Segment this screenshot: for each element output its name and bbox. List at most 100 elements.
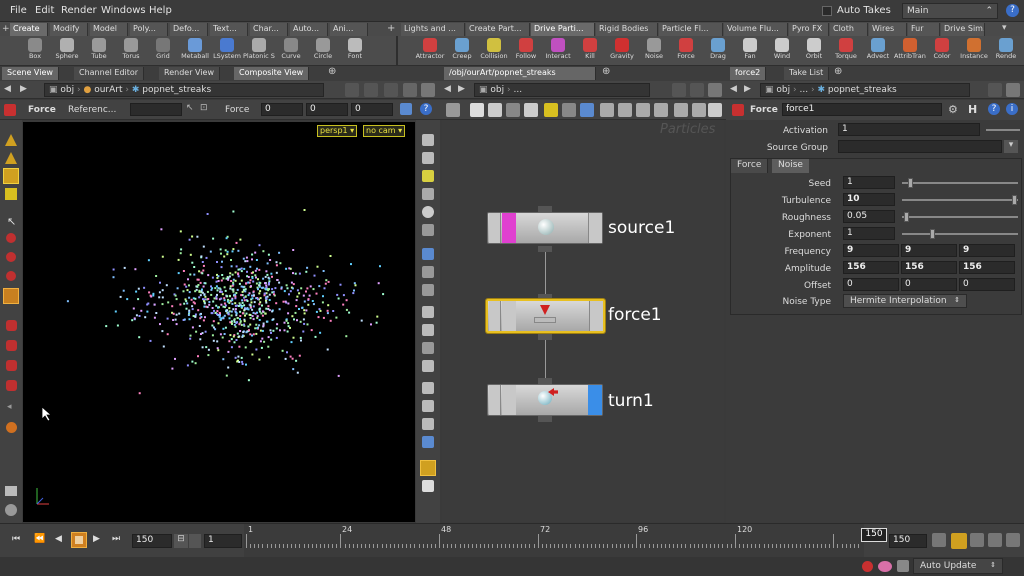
tool-collision[interactable]: Collision — [478, 36, 510, 66]
step-back-icon[interactable]: ⏪ — [34, 534, 45, 544]
shelf-tab-lights-and-[interactable]: Lights and ... — [401, 23, 465, 36]
tool-box[interactable]: Box — [19, 36, 51, 66]
tool-font[interactable]: Font — [339, 36, 371, 66]
bypass-flag[interactable] — [502, 301, 516, 331]
sphere-display-icon[interactable] — [422, 206, 434, 218]
force-x-field[interactable]: 0 — [261, 103, 303, 116]
stop-icon[interactable] — [71, 532, 87, 548]
tab-channel-editor[interactable]: Channel Editor — [74, 67, 145, 80]
tool-rende[interactable]: Rende — [990, 36, 1022, 66]
param-field[interactable]: 156 — [959, 261, 1015, 274]
reference-select-icon[interactable]: ⊡ — [200, 103, 208, 113]
tool-circle[interactable]: Circle — [307, 36, 339, 66]
render-region-icon[interactable] — [6, 340, 17, 351]
output-connector[interactable] — [538, 334, 552, 340]
frame-step-icon[interactable]: ⊟ — [174, 534, 188, 548]
param-field[interactable]: 156 — [901, 261, 957, 274]
subnet-icon[interactable] — [580, 103, 594, 117]
maximize-icon[interactable] — [708, 103, 722, 117]
grid-display-icon[interactable] — [422, 400, 434, 412]
tab-composite-view[interactable]: Composite View — [234, 67, 310, 80]
world-tool-icon[interactable] — [5, 504, 17, 516]
network-menu-icon[interactable] — [446, 103, 460, 117]
shelf-tab-pyro-fx[interactable]: Pyro FX — [789, 23, 829, 36]
display-flag[interactable] — [589, 301, 603, 331]
param-slider[interactable] — [902, 216, 1018, 218]
tab-parameters[interactable]: force2 — [730, 67, 767, 80]
current-frame-field[interactable]: 150 — [132, 534, 172, 548]
op-name-field[interactable]: force1 — [782, 103, 942, 116]
node-source1[interactable] — [487, 212, 603, 244]
subtab-noise[interactable]: Noise — [772, 159, 809, 173]
view-settings-icon[interactable] — [384, 83, 398, 97]
slider-knob[interactable] — [907, 178, 913, 188]
pin-icon[interactable] — [345, 83, 359, 97]
handle-settings-icon[interactable] — [400, 103, 412, 115]
tool-color[interactable]: Color — [926, 36, 958, 66]
pin-icon[interactable] — [988, 83, 1002, 97]
layout-icon[interactable] — [524, 103, 538, 117]
param-slider[interactable] — [902, 233, 1018, 235]
snapshot-icon[interactable] — [420, 460, 436, 476]
pose-tool-icon[interactable] — [5, 188, 17, 200]
visualize-icon[interactable] — [422, 360, 434, 372]
shelf-tab-rigid-bodies[interactable]: Rigid Bodies — [596, 23, 658, 36]
tool-wind[interactable]: Wind — [766, 36, 798, 66]
tool-instance[interactable]: Instance — [958, 36, 990, 66]
key-icon[interactable] — [932, 533, 946, 547]
shelf-tab-poly-[interactable]: Poly... — [130, 23, 168, 36]
menu-file[interactable]: File — [10, 5, 27, 16]
scene-viewport[interactable]: persp1 ▾ no cam ▾ — [23, 122, 415, 522]
path-segment-obj[interactable]: obj — [60, 85, 74, 95]
add-tab-icon[interactable]: ⊕ — [328, 66, 336, 77]
network-path-field[interactable]: ▣ obj › ... — [474, 83, 650, 97]
path-segment-obj[interactable]: obj — [490, 85, 504, 95]
template-flag[interactable] — [489, 385, 501, 415]
end-frame-field[interactable]: 150 — [889, 534, 927, 548]
shelf-tab-char-[interactable]: Char... — [250, 23, 288, 36]
param-field[interactable]: 1 — [843, 176, 895, 189]
param-field[interactable]: 0.05 — [843, 210, 895, 223]
error-icon[interactable] — [862, 561, 873, 572]
tool-tube[interactable]: Tube — [83, 36, 115, 66]
scale-tool-icon[interactable] — [6, 271, 16, 281]
force-y-field[interactable]: 0 — [306, 103, 348, 116]
node-turn1[interactable] — [487, 384, 603, 416]
maximize-icon[interactable] — [421, 83, 435, 97]
param-field[interactable]: 0 — [901, 278, 957, 291]
path-segment-ellipsis[interactable]: ... — [799, 85, 808, 95]
param-slider[interactable] — [902, 199, 1018, 201]
tool-gravity[interactable]: Gravity — [606, 36, 638, 66]
help-icon[interactable]: ? — [988, 103, 1000, 115]
arrow-select-icon[interactable]: ↖ — [7, 215, 16, 228]
bypass-flag[interactable] — [502, 385, 516, 415]
move-tool-icon[interactable] — [6, 233, 16, 243]
shading-icon[interactable] — [422, 188, 434, 200]
camera-view-icon[interactable] — [422, 418, 434, 430]
maximize-icon[interactable] — [1006, 83, 1020, 97]
forward-arrow-icon[interactable]: ▶ — [744, 84, 751, 94]
shelf-tab-ani-[interactable]: Ani... — [330, 23, 368, 36]
jump-start-icon[interactable]: ⏮ — [12, 534, 20, 544]
param-field[interactable]: 0 — [843, 278, 899, 291]
add-tab-icon[interactable]: ⊕ — [602, 66, 610, 77]
tool-kill[interactable]: Kill — [574, 36, 606, 66]
tab-render-view[interactable]: Render View — [159, 67, 221, 80]
desktop-menu[interactable]: Main ⌃ — [902, 3, 998, 19]
tool-attractor[interactable]: Attractor — [414, 36, 446, 66]
param-field[interactable]: 9 — [959, 244, 1015, 257]
start-frame-field[interactable]: 1 — [204, 534, 242, 548]
performance-icon[interactable] — [897, 560, 909, 572]
grid-icon[interactable] — [636, 103, 650, 117]
tool-advect[interactable]: Advect — [862, 36, 894, 66]
back-arrow-icon[interactable]: ◀ — [730, 84, 737, 94]
forward-arrow-icon[interactable]: ▶ — [20, 84, 27, 94]
tool-sphere[interactable]: Sphere — [51, 36, 83, 66]
flipbook-icon[interactable] — [422, 480, 434, 492]
bypass-flag[interactable] — [502, 213, 516, 243]
tool-torus[interactable]: Torus — [115, 36, 147, 66]
timeline-ruler[interactable]: 1 24 48 72 96 120 — [244, 524, 864, 558]
camera-menu[interactable]: persp1 ▾ — [317, 125, 358, 137]
tool-metaball[interactable]: Metaball — [179, 36, 211, 66]
subtab-force[interactable]: Force — [731, 159, 769, 173]
